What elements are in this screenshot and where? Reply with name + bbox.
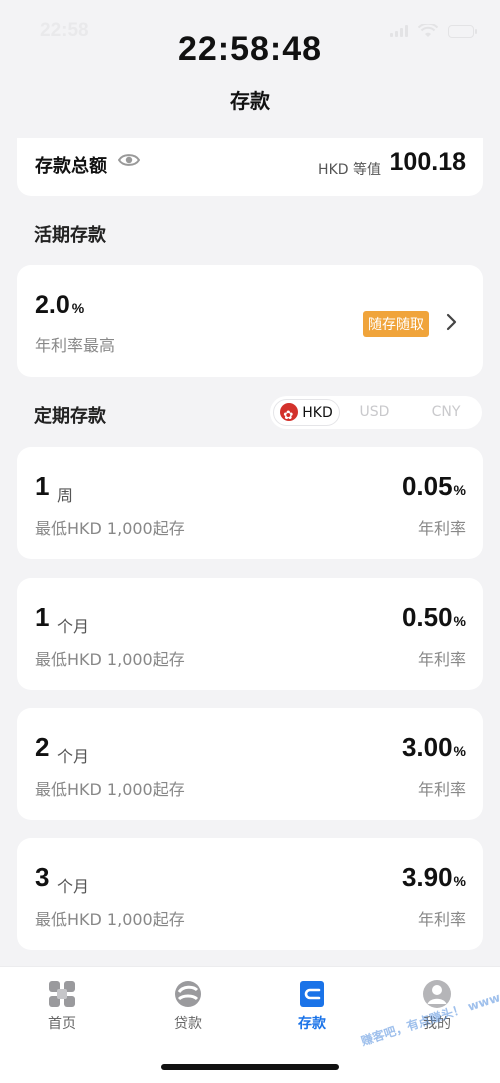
flex-withdraw-badge: 随存随取	[363, 311, 429, 337]
tab-home[interactable]: 首页	[12, 979, 112, 1033]
term-card[interactable]: 2 个月 最低HKD 1,000起存 3.00% 年利率	[17, 708, 483, 820]
page-title: 存款	[230, 89, 270, 113]
home-grid-icon	[49, 981, 75, 1007]
term-unit: 周	[57, 486, 74, 505]
demand-subtitle: 年利率最高	[35, 336, 116, 355]
term-number: 1	[35, 602, 50, 632]
currency-option-usd[interactable]: USD	[347, 396, 402, 429]
total-value: 100.18	[389, 148, 466, 176]
term-number: 1	[35, 471, 50, 501]
tab-deposit[interactable]: 存款	[262, 979, 362, 1033]
fixed-section-title: 定期存款	[34, 406, 106, 427]
currency-option-cny[interactable]: CNY	[418, 396, 474, 429]
eye-icon[interactable]	[118, 152, 140, 168]
currency-switch: HKD USD CNY	[270, 396, 482, 429]
term-rate-label: 年利率	[417, 650, 466, 669]
term-number: 2	[35, 732, 50, 762]
tab-label: 首页	[48, 1016, 76, 1032]
term-rate: 3.00%	[401, 732, 466, 762]
term-min-amount: 最低HKD 1,000起存	[35, 780, 185, 799]
term-number: 3	[35, 862, 50, 892]
term-min-amount: 最低HKD 1,000起存	[35, 519, 185, 538]
term-rate-label: 年利率	[417, 519, 466, 538]
term-rate-label: 年利率	[417, 780, 466, 799]
term-rate-label: 年利率	[417, 910, 466, 929]
term-min-amount: 最低HKD 1,000起存	[35, 650, 185, 669]
tab-label: 存款	[298, 1016, 326, 1032]
term-card[interactable]: 1 个月 最低HKD 1,000起存 0.50% 年利率	[17, 578, 483, 690]
term-card[interactable]: 1 周 最低HKD 1,000起存 0.05% 年利率	[17, 447, 483, 559]
deposit-icon	[300, 981, 324, 1007]
tab-label: 贷款	[174, 1016, 202, 1032]
term-card[interactable]: 3 个月 最低HKD 1,000起存 3.90% 年利率	[17, 838, 483, 950]
demand-rate: 2.0%	[35, 291, 85, 319]
term-unit: 个月	[57, 617, 90, 636]
chevron-right-icon[interactable]	[446, 313, 458, 331]
term-rate: 0.50%	[401, 602, 466, 632]
total-deposit-card: 存款总额 HKD 等值 100.18	[17, 138, 483, 196]
tab-loan[interactable]: 贷款	[138, 979, 238, 1033]
home-indicator[interactable]	[161, 1064, 339, 1070]
term-rate: 3.90%	[401, 862, 466, 892]
total-currency-label: HKD 等值	[318, 162, 381, 178]
term-rate: 0.05%	[401, 471, 466, 501]
total-label: 存款总额	[35, 156, 107, 177]
term-unit: 个月	[57, 877, 90, 896]
demand-section-title: 活期存款	[34, 225, 106, 246]
term-unit: 个月	[57, 747, 90, 766]
loan-icon	[175, 981, 201, 1007]
hk-flag-icon	[280, 402, 299, 429]
currency-option-hkd[interactable]: HKD	[273, 399, 340, 429]
deposit-screen: 22:58 22:58:48 存款 存款总额 HKD 等值 100.18 活期存…	[0, 0, 500, 1083]
demand-deposit-card[interactable]: 2.0% 年利率最高 随存随取	[17, 265, 483, 377]
term-min-amount: 最低HKD 1,000起存	[35, 910, 185, 929]
time-overlay: 22:58:48	[177, 30, 323, 68]
